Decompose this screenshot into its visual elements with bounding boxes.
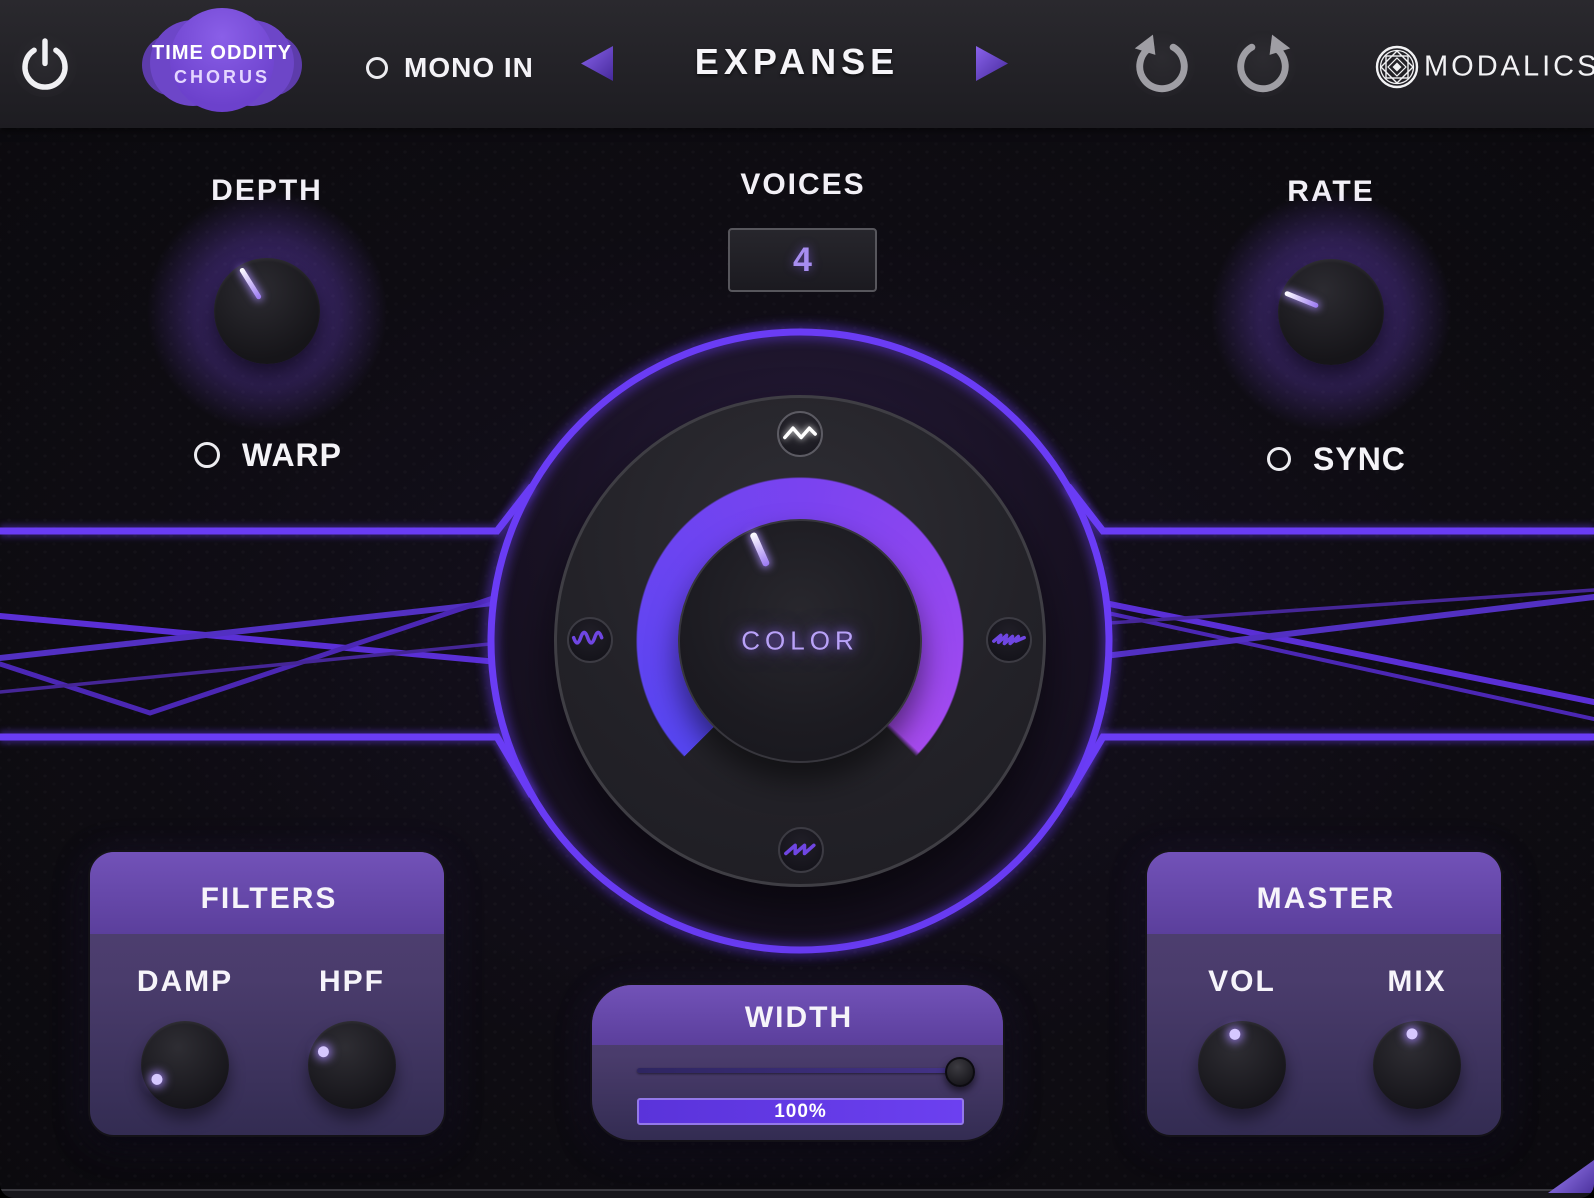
sync-label: SYNC <box>1313 441 1406 478</box>
damp-label: DAMP <box>137 965 233 999</box>
mono-in-toggle[interactable]: MONO IN <box>366 50 534 86</box>
warp-toggle[interactable]: WARP <box>194 437 342 473</box>
voices-label: VOICES <box>740 168 865 202</box>
color-knob-assembly: COLOR <box>554 395 1046 887</box>
vol-label: VOL <box>1208 965 1276 999</box>
vol-knob[interactable] <box>1198 1021 1286 1109</box>
hpf-knob[interactable] <box>308 1021 396 1109</box>
master-title: MASTER <box>1257 882 1396 916</box>
title-bar: TIME ODDITY CHORUS MONO IN EXPANSE <box>0 0 1594 128</box>
preset-prev-button[interactable] <box>581 46 613 81</box>
mix-knob[interactable] <box>1373 1021 1461 1109</box>
width-slider-thumb[interactable] <box>945 1057 975 1087</box>
triangle-wave-icon <box>779 413 821 455</box>
saw-wave-icon <box>780 829 822 871</box>
sine-wave-icon <box>569 619 611 661</box>
filters-panel: FILTERS DAMP HPF <box>88 850 446 1137</box>
preset-name[interactable]: EXPANSE <box>695 41 899 83</box>
depth-knob-pointer <box>238 267 261 300</box>
brand-name: MODALICS <box>1424 51 1594 84</box>
noise-wave-icon <box>988 619 1030 661</box>
master-panel: MASTER VOL MIX <box>1145 850 1503 1137</box>
width-value: 100% <box>774 1101 827 1123</box>
redo-button[interactable] <box>1230 31 1296 97</box>
logo-subtitle: CHORUS <box>174 67 270 88</box>
preset-next-button[interactable] <box>976 46 1008 81</box>
warp-led-icon <box>194 442 220 468</box>
undo-button[interactable] <box>1129 31 1195 97</box>
hpf-knob-dot <box>316 1045 331 1060</box>
hpf-label: HPF <box>319 965 385 999</box>
rate-knob-pointer <box>1284 291 1319 309</box>
filters-title: FILTERS <box>201 882 338 916</box>
depth-knob[interactable] <box>214 258 320 364</box>
sync-toggle[interactable]: SYNC <box>1267 441 1406 477</box>
voices-value-display[interactable]: 4 <box>728 228 877 292</box>
vol-knob-dot <box>1228 1028 1241 1041</box>
color-label: COLOR <box>741 626 858 657</box>
color-knob[interactable]: COLOR <box>678 519 922 763</box>
power-button[interactable] <box>13 33 77 97</box>
redo-icon <box>1230 31 1296 97</box>
color-knob-pointer <box>749 532 770 568</box>
width-panel: WIDTH 100% <box>590 983 1005 1142</box>
plugin-window: TIME ODDITY CHORUS MONO IN EXPANSE <box>0 0 1594 1198</box>
sine-wave-button[interactable] <box>567 617 613 663</box>
mono-in-label: MONO IN <box>404 52 534 84</box>
power-icon <box>13 33 77 97</box>
mix-label: MIX <box>1387 965 1446 999</box>
logo-title: TIME ODDITY <box>152 42 292 65</box>
voices-value: 4 <box>793 241 812 280</box>
damp-knob[interactable] <box>141 1021 229 1109</box>
plugin-logo: TIME ODDITY CHORUS <box>140 8 304 118</box>
mono-in-led-icon <box>366 57 388 79</box>
noise-wave-button[interactable] <box>986 617 1032 663</box>
bottom-edge <box>0 1189 1594 1198</box>
mix-knob-dot <box>1405 1028 1418 1041</box>
triangle-wave-button[interactable] <box>777 411 823 457</box>
brand-logo-icon <box>1375 45 1419 89</box>
width-slider-track[interactable] <box>637 1068 967 1073</box>
width-title: WIDTH <box>745 1001 853 1035</box>
width-value-display[interactable]: 100% <box>637 1098 964 1125</box>
rate-knob[interactable] <box>1278 259 1384 365</box>
undo-icon <box>1129 31 1195 97</box>
warp-label: WARP <box>242 437 342 474</box>
damp-knob-dot <box>150 1072 165 1087</box>
sync-led-icon <box>1267 447 1291 471</box>
saw-wave-button[interactable] <box>778 827 824 873</box>
